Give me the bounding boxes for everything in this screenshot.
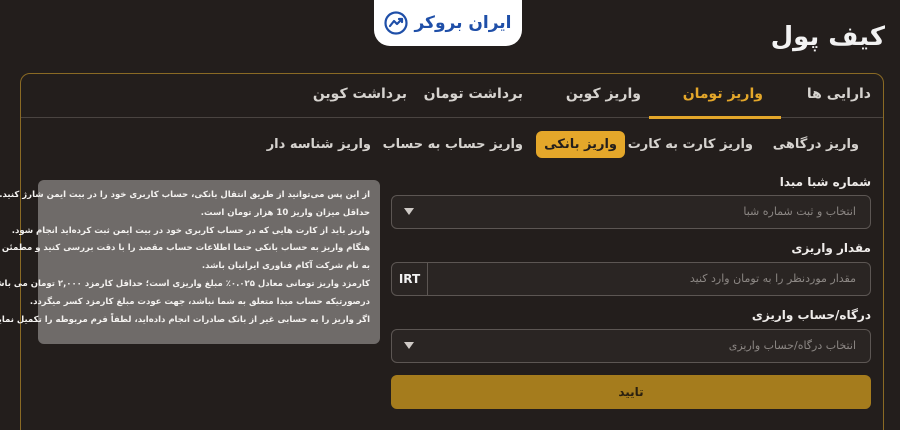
subtab-gateway-deposit[interactable]: واریز درگاهی <box>774 137 860 152</box>
gateway-placeholder: انتخاب درگاه/حساب واریزی <box>729 339 857 352</box>
info-line: حداقل میزان واریز 10 هزار تومان است. <box>201 207 371 218</box>
subtab-bank-deposit[interactable]: واریز بانکی <box>537 131 626 158</box>
brand-chart-icon <box>385 11 410 35</box>
tab-toman-deposit[interactable]: واریز تومان <box>684 86 764 102</box>
submit-button[interactable]: تایید <box>392 375 872 409</box>
wallet-card: دارایی ها واریز تومان واریز کوین برداشت … <box>0 73 885 430</box>
subtab-account-to-account[interactable]: واریز حساب به حساب <box>384 137 524 152</box>
info-box: از این پس می‌توانید از طریق انتقال بانکی… <box>0 180 381 344</box>
currency-unit: IRT <box>393 263 429 295</box>
amount-label: مقدار واریزی <box>792 241 872 255</box>
tab-assets[interactable]: دارایی ها <box>808 86 872 102</box>
chevron-down-icon <box>405 208 415 215</box>
info-line: واریز باید از کارت هایی که در حساب کاربر… <box>12 225 371 236</box>
subtab-id-deposit[interactable]: واریز شناسه دار <box>268 137 372 152</box>
tab-coin-withdraw[interactable]: برداشت کوین <box>314 86 408 102</box>
sheba-label: شماره شبا مبدا <box>780 175 872 189</box>
brand-logo[interactable]: ایران بروکر <box>375 0 523 46</box>
brand-logo-text: ایران بروکر <box>415 13 513 33</box>
sheba-select[interactable]: انتخاب و ثبت شماره شبا <box>392 195 872 229</box>
sheba-placeholder: انتخاب و ثبت شماره شبا <box>744 205 857 218</box>
amount-input[interactable]: مقدار موردنظر را به تومان وارد کنید IRT <box>392 262 872 296</box>
main-tabs: دارایی ها واریز تومان واریز کوین برداشت … <box>22 74 884 118</box>
tab-toman-withdraw[interactable]: برداشت تومان <box>425 86 524 102</box>
subtab-card-to-card[interactable]: واریز کارت به کارت <box>629 137 754 152</box>
info-line: درصورتیکه حساب مبدا متعلق به شما نباشد، … <box>30 296 371 307</box>
active-tab-indicator <box>650 116 782 119</box>
info-line: به نام شرکت آکام فناوری ایرانیان باشد. <box>202 261 371 272</box>
info-line: از این پس می‌توانید از طریق انتقال بانکی… <box>0 190 371 200</box>
page-title: کیف پول <box>771 22 886 52</box>
info-line: کارمزد واریز تومانی معادل ۰.۰۲۵٪ مبلغ وا… <box>0 278 371 289</box>
gateway-label: درگاه/حساب واریزی <box>752 308 872 322</box>
gateway-select[interactable]: انتخاب درگاه/حساب واریزی <box>392 329 872 363</box>
tab-coin-deposit[interactable]: واریز کوین <box>567 86 642 102</box>
info-line: اگر واریز را به حسابی غیر از بانک صادرات… <box>0 314 371 325</box>
info-line: هنگام واریز به حساب بانکی حتما اطلاعات ح… <box>0 243 371 254</box>
chevron-down-icon <box>405 342 415 349</box>
amount-placeholder: مقدار موردنظر را به تومان وارد کنید <box>690 272 857 285</box>
